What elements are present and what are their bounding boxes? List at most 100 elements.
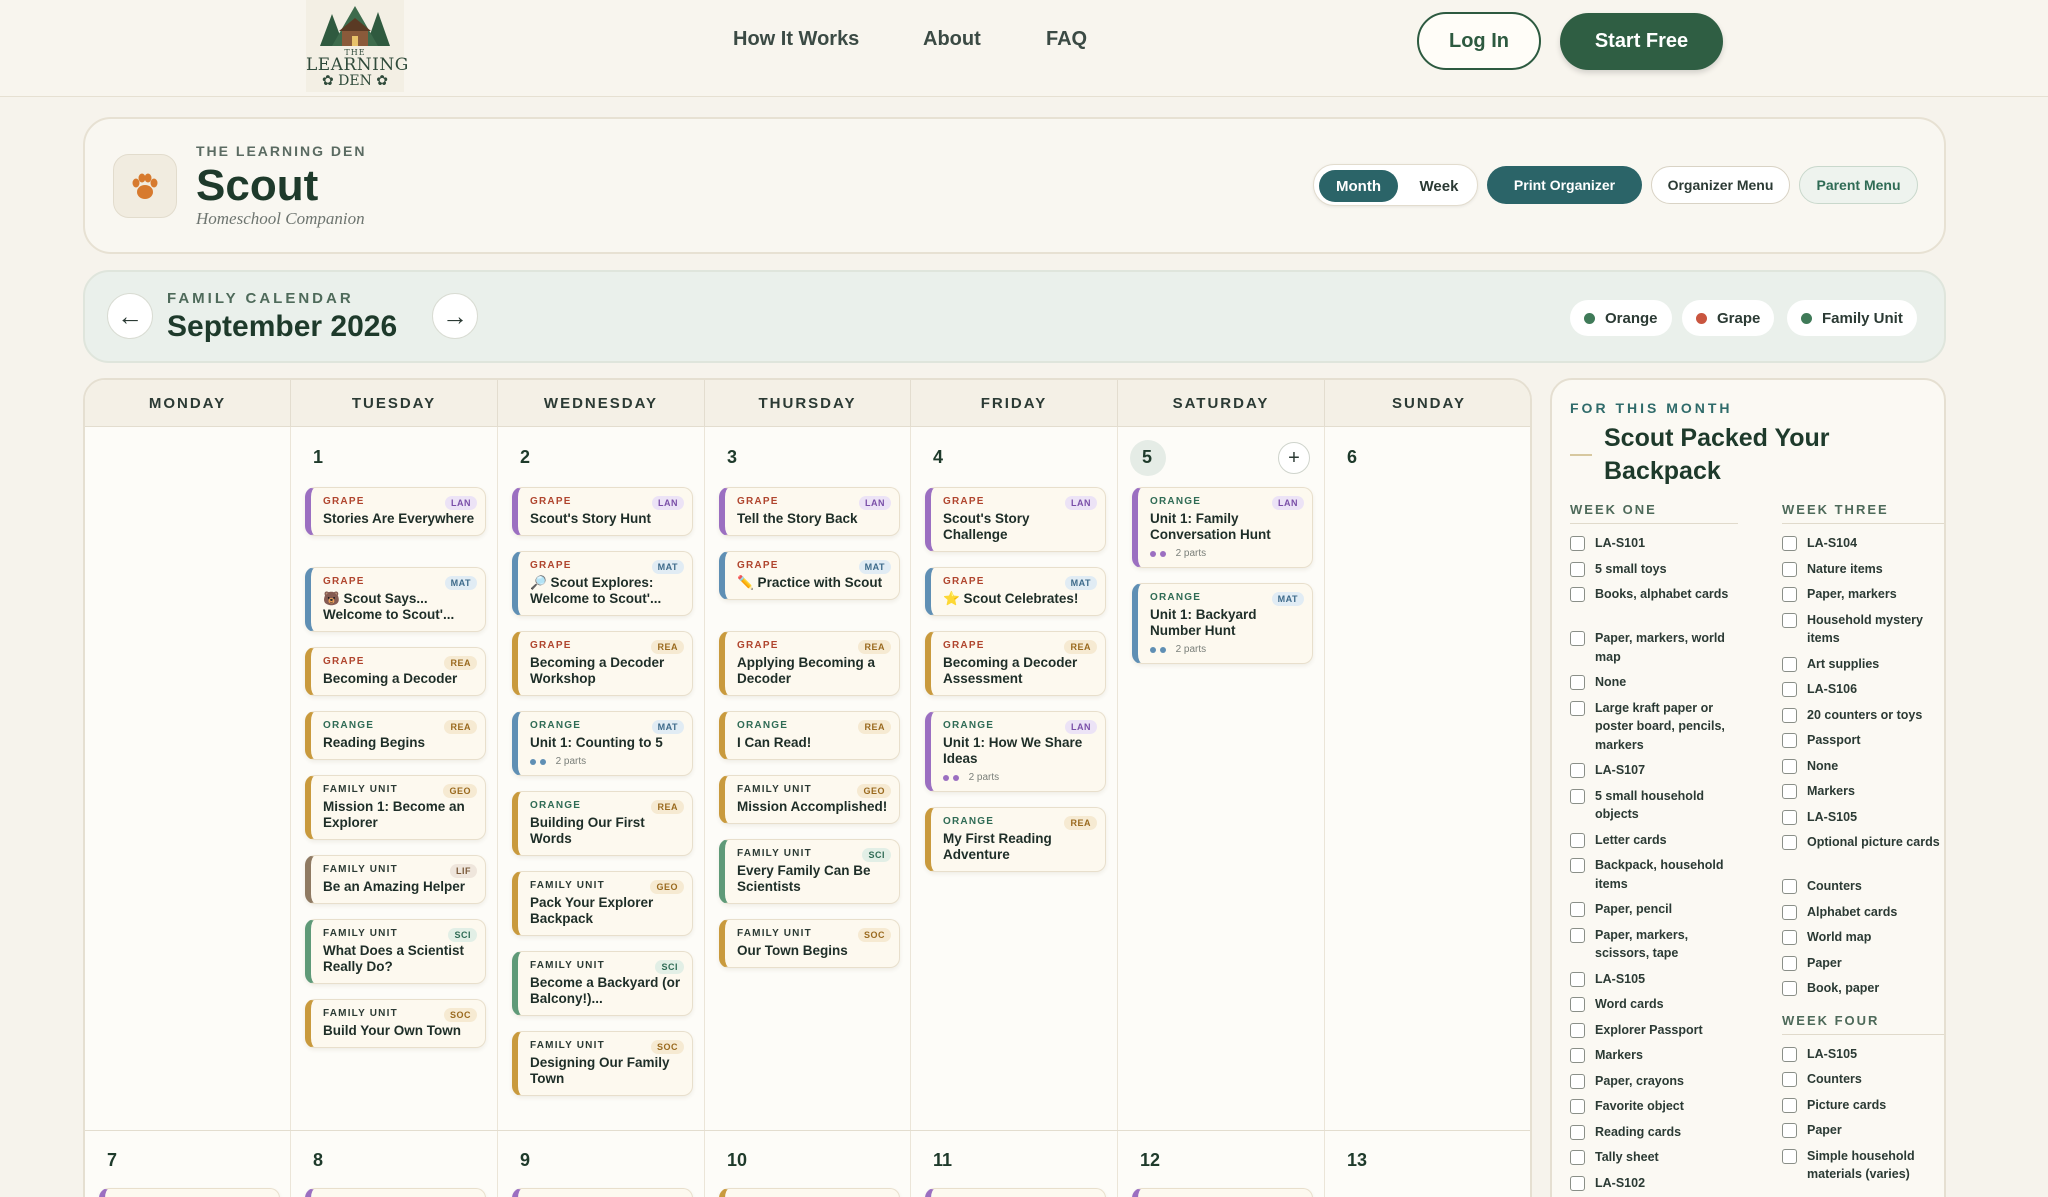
checkbox[interactable]: [1782, 1123, 1797, 1138]
activity-card[interactable]: [512, 1188, 693, 1197]
start-free-button[interactable]: Start Free: [1560, 13, 1723, 70]
supply-checklist-item[interactable]: Paper, markers, scissors, tape: [1570, 926, 1738, 963]
activity-card[interactable]: ORANGE LAN Unit 1: Family Conversation Hun…: [1132, 487, 1313, 568]
supply-checklist-item[interactable]: Paper: [1782, 1121, 1944, 1140]
activity-card[interactable]: ORANGE REA Reading Begins: [305, 711, 486, 760]
supply-checklist-item[interactable]: Markers: [1570, 1046, 1738, 1065]
supply-checklist-item[interactable]: Passport: [1782, 731, 1944, 750]
checkbox[interactable]: [1782, 784, 1797, 799]
supply-checklist-item[interactable]: Art supplies: [1782, 655, 1944, 674]
checkbox[interactable]: [1782, 1148, 1797, 1164]
checkbox[interactable]: [1570, 763, 1585, 778]
supply-checklist-item[interactable]: LA-S102: [1570, 1174, 1738, 1193]
checkbox[interactable]: [1782, 809, 1797, 825]
supply-checklist-item[interactable]: Favorite object: [1570, 1097, 1738, 1116]
checkbox[interactable]: [1782, 536, 1797, 551]
activity-card[interactable]: ORANGE LAN Unit 1: How We Share Ideas 2 pa…: [925, 711, 1106, 792]
nav-faq[interactable]: FAQ: [1046, 28, 1087, 51]
learning-den-logo[interactable]: THE LEARNING ✿ DEN ✿: [306, 0, 408, 92]
supply-checklist-item[interactable]: Paper, crayons: [1570, 1072, 1738, 1091]
checkbox[interactable]: [1782, 904, 1797, 920]
view-month-button[interactable]: Month: [1319, 170, 1398, 202]
supply-checklist-item[interactable]: Books, alphabet cards: [1570, 585, 1738, 604]
checkbox[interactable]: [1570, 587, 1585, 602]
activity-card[interactable]: FAMILY UNIT SCI What Does a Scientist Real…: [305, 919, 486, 984]
checkbox[interactable]: [1570, 1048, 1585, 1063]
activity-card[interactable]: GRAPE MAT 🔎 Scout Explores: Welcome to Sco…: [512, 551, 693, 616]
supply-checklist-item[interactable]: None: [1570, 673, 1738, 692]
organizer-menu-button[interactable]: Organizer Menu: [1651, 166, 1790, 204]
checkbox[interactable]: [1782, 682, 1797, 697]
supply-checklist-item[interactable]: LA-S106: [1782, 680, 1944, 699]
supply-checklist-item[interactable]: Book, paper: [1782, 979, 1944, 998]
checkbox[interactable]: [1570, 631, 1585, 646]
checkbox[interactable]: [1782, 707, 1797, 723]
activity-card[interactable]: FAMILY UNIT SOC Build Your Own Town: [305, 999, 486, 1048]
activity-card[interactable]: [305, 1188, 486, 1197]
supply-checklist-item[interactable]: None: [1782, 757, 1944, 776]
checkbox[interactable]: [1570, 971, 1585, 987]
supply-checklist-item[interactable]: Reading cards: [1570, 1123, 1738, 1142]
supply-checklist-item[interactable]: Paper, pencil: [1570, 900, 1738, 919]
checkbox[interactable]: [1782, 733, 1797, 748]
nav-how-it-works[interactable]: How It Works: [733, 28, 859, 51]
activity-card[interactable]: GRAPE MAT ⭐ Scout Celebrates!: [925, 567, 1106, 616]
supply-checklist-item[interactable]: Explorer Passport: [1570, 1021, 1738, 1040]
supply-checklist-item[interactable]: Paper, markers, world map: [1570, 629, 1738, 666]
activity-card[interactable]: [1132, 1188, 1313, 1197]
checkbox[interactable]: [1570, 927, 1585, 943]
supply-checklist-item[interactable]: Alphabet cards: [1782, 903, 1944, 922]
supply-checklist-item[interactable]: Letter cards: [1570, 831, 1738, 850]
activity-card[interactable]: FAMILY UNIT SCI Every Family Can Be Scient…: [719, 839, 900, 904]
checkbox[interactable]: [1570, 1022, 1585, 1038]
activity-card[interactable]: GRAPE LAN Tell the Story Back: [719, 487, 900, 536]
checkbox[interactable]: [1782, 587, 1797, 602]
activity-card[interactable]: GRAPE MAT 🐻 Scout Says... Welcome to Scout…: [305, 567, 486, 632]
checkbox[interactable]: [1782, 981, 1797, 996]
login-button[interactable]: Log In: [1417, 12, 1541, 70]
supply-checklist-item[interactable]: Word cards: [1570, 995, 1738, 1014]
activity-card[interactable]: FAMILY UNIT SOC Our Town Begins: [719, 919, 900, 968]
checkbox[interactable]: [1570, 1150, 1585, 1165]
supply-checklist-item[interactable]: Paper, markers: [1782, 585, 1944, 604]
activity-card[interactable]: GRAPE LAN Stories Are Everywhere: [305, 487, 486, 536]
checkbox[interactable]: [1782, 612, 1797, 628]
activity-card[interactable]: FAMILY UNIT SOC Designing Our Family Town: [512, 1031, 693, 1096]
activity-card[interactable]: [719, 1188, 900, 1197]
view-week-button[interactable]: Week: [1406, 170, 1472, 202]
activity-card[interactable]: GRAPE MAT ✏️ Practice with Scout: [719, 551, 900, 600]
checkbox[interactable]: [1570, 902, 1585, 917]
activity-card[interactable]: [99, 1188, 280, 1197]
supply-checklist-item[interactable]: Backpack, household items: [1570, 856, 1738, 893]
checkbox[interactable]: [1570, 675, 1585, 690]
supply-checklist-item[interactable]: Tally sheet: [1570, 1148, 1738, 1167]
legend-family-unit[interactable]: Family Unit: [1787, 300, 1917, 336]
checkbox[interactable]: [1570, 788, 1585, 804]
activity-card[interactable]: GRAPE LAN Scout's Story Hunt: [512, 487, 693, 536]
checkbox[interactable]: [1570, 561, 1585, 577]
activity-card[interactable]: GRAPE REA Applying Becoming a Decoder: [719, 631, 900, 696]
activity-card[interactable]: GRAPE LAN Scout's Story Challenge: [925, 487, 1106, 552]
checkbox[interactable]: [1782, 1046, 1797, 1062]
supply-checklist-item[interactable]: Household mystery items: [1782, 611, 1944, 648]
checkbox[interactable]: [1782, 955, 1797, 971]
activity-card[interactable]: GRAPE REA Becoming a Decoder Assessment: [925, 631, 1106, 696]
supply-checklist-item[interactable]: LA-S105: [1570, 970, 1738, 989]
checkbox[interactable]: [1782, 1097, 1797, 1113]
activity-card[interactable]: ORANGE REA Building Our First Words: [512, 791, 693, 856]
supply-checklist-item[interactable]: Markers: [1782, 782, 1944, 801]
supply-checklist-item[interactable]: Optional picture cards: [1782, 833, 1944, 852]
prev-month-button[interactable]: ←: [107, 293, 153, 339]
supply-checklist-item[interactable]: Large kraft paper or poster board, penci…: [1570, 699, 1738, 755]
activity-card[interactable]: ORANGE MAT Unit 1: Backyard Number Hunt 2 …: [1132, 583, 1313, 664]
checkbox[interactable]: [1570, 832, 1585, 848]
activity-card[interactable]: FAMILY UNIT GEO Mission Accomplished!: [719, 775, 900, 824]
supply-checklist-item[interactable]: LA-S104: [1782, 534, 1944, 553]
activity-card[interactable]: GRAPE REA Becoming a Decoder Workshop: [512, 631, 693, 696]
supply-checklist-item[interactable]: Paper: [1782, 954, 1944, 973]
checkbox[interactable]: [1782, 758, 1797, 774]
legend-grape[interactable]: Grape: [1682, 300, 1775, 336]
checkbox[interactable]: [1570, 1099, 1585, 1114]
checkbox[interactable]: [1570, 700, 1585, 716]
checkbox[interactable]: [1782, 561, 1797, 577]
